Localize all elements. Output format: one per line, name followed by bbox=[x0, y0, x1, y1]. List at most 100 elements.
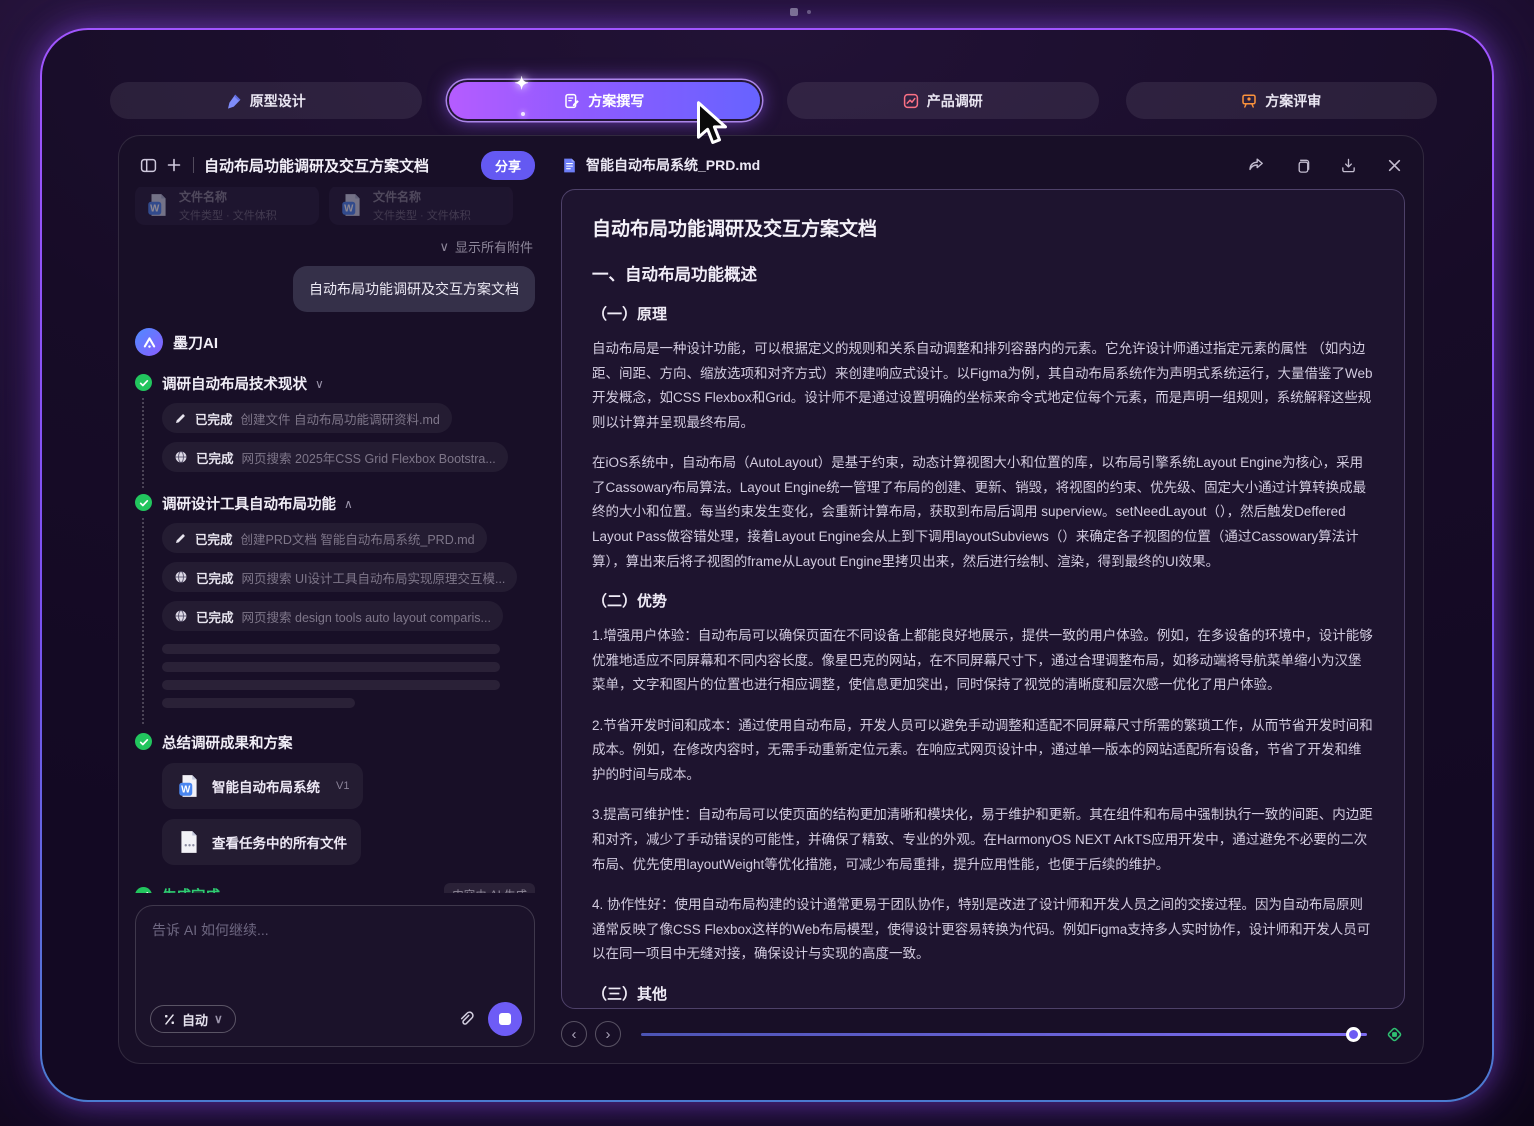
input-controls: 自动 ∨ bbox=[150, 1002, 522, 1036]
task-text: 网页搜索 UI设计工具自动布局实现原理交互模... bbox=[241, 571, 506, 586]
attachments-row: W 文件名称 文件类型 · 文件体积 W 文件名称 文件类型 · 文件体积 bbox=[135, 187, 535, 225]
attachment-meta: 文件类型 · 文件体积 bbox=[373, 209, 471, 222]
tab-proposal-writing[interactable]: ✦ 方案撰写 bbox=[448, 74, 760, 119]
task-group-header[interactable]: 总结调研成果和方案 bbox=[162, 732, 535, 753]
tab-label: 原型设计 bbox=[249, 92, 306, 109]
document-filename: 智能自动布局系统_PRD.md bbox=[586, 157, 761, 173]
pencil-icon bbox=[176, 533, 185, 543]
chevron-up-icon[interactable]: ∧ bbox=[344, 497, 353, 511]
word-doc-icon: W bbox=[342, 194, 360, 216]
mode-selector[interactable]: 自动 ∨ bbox=[150, 1005, 236, 1033]
check-icon bbox=[135, 886, 152, 893]
tab-prototype-design[interactable]: 原型设计 bbox=[110, 82, 422, 119]
chevron-down-icon: ∨ bbox=[214, 1012, 223, 1026]
document-panel: 智能自动布局系统_PRD.md 自动布局功能调研及交互方案文档 一、自动布局功能… bbox=[549, 136, 1423, 1063]
doc-edit-icon bbox=[565, 93, 580, 108]
word-doc-icon: W bbox=[179, 775, 197, 797]
doc-heading: 一、自动布局功能概述 bbox=[592, 266, 757, 284]
skeleton-bar bbox=[162, 662, 500, 672]
skeleton-bar bbox=[162, 698, 355, 708]
toggle-sidebar-button[interactable] bbox=[135, 152, 161, 178]
svg-text:W: W bbox=[344, 204, 354, 215]
next-page-button[interactable]: › bbox=[595, 1021, 621, 1047]
document-viewer[interactable]: 自动布局功能调研及交互方案文档 一、自动布局功能概述 （一）原理 自动布局是一种… bbox=[561, 189, 1405, 1009]
tab-product-research[interactable]: 产品调研 bbox=[787, 82, 1099, 119]
tab-label: 方案评审 bbox=[1265, 92, 1322, 109]
share-document-button[interactable] bbox=[1245, 154, 1267, 176]
task-status: 已完成 bbox=[196, 571, 234, 586]
task-status: 已完成 bbox=[196, 451, 234, 466]
pencil-icon bbox=[176, 413, 185, 423]
panel-toggle-icon bbox=[140, 158, 156, 172]
scrollbar-track bbox=[641, 1033, 1367, 1036]
task-chip[interactable]: 已完成 网页搜索 2025年CSS Grid Flexbox Bootstra.… bbox=[162, 442, 508, 472]
generation-status-row: 生成完成 内容由 AI 生成 bbox=[135, 883, 535, 893]
chat-input-box: 自动 ∨ bbox=[135, 905, 535, 1047]
doc-paragraph: 1.增强用户体验：自动布局可以确保页面在不同设备上都能良好地展示，提供一致的用户… bbox=[592, 628, 1373, 693]
close-document-button[interactable] bbox=[1383, 154, 1405, 176]
attach-file-button[interactable] bbox=[457, 1010, 474, 1028]
chat-scroll-area[interactable]: W 文件名称 文件类型 · 文件体积 W 文件名称 文件类型 · 文件体积 ∨ … bbox=[135, 187, 535, 893]
doc-subheading: （二）优势 bbox=[592, 593, 668, 611]
review-board-icon bbox=[1242, 93, 1256, 108]
markdown-file-icon bbox=[564, 158, 575, 172]
prev-page-button[interactable]: ‹ bbox=[561, 1021, 587, 1047]
chat-input[interactable] bbox=[152, 920, 518, 992]
attachment-info: 文件名称 文件类型 · 文件体积 bbox=[373, 188, 471, 223]
top-tabbar: 原型设计 ✦ 方案撰写 产品调研 方案评审 bbox=[110, 74, 1437, 119]
app-card: 自动布局功能调研及交互方案文档 分享 W 文件名称 文件类型 · 文件体积 W bbox=[118, 135, 1424, 1064]
locate-button[interactable] bbox=[1383, 1023, 1405, 1045]
task-group-header[interactable]: 调研设计工具自动布局功能 ∧ bbox=[162, 493, 535, 514]
chevron-down-icon[interactable]: ∨ bbox=[315, 377, 324, 391]
check-icon bbox=[135, 494, 152, 511]
scrollbar-thumb[interactable] bbox=[1346, 1027, 1361, 1042]
result-file-card[interactable]: W 智能自动布局系统 V1 bbox=[162, 763, 364, 809]
show-all-attachments[interactable]: ∨ 显示所有附件 bbox=[135, 237, 533, 256]
task-chip[interactable]: 已完成 网页搜索 design tools auto layout compar… bbox=[162, 601, 503, 631]
mode-label: 自动 bbox=[182, 1012, 209, 1028]
attachment-card[interactable]: W 文件名称 文件类型 · 文件体积 bbox=[329, 187, 513, 225]
stop-generation-button[interactable] bbox=[488, 1002, 522, 1036]
view-all-files-label: 查看任务中的所有文件 bbox=[212, 836, 347, 851]
document-file: 智能自动布局系统_PRD.md bbox=[561, 155, 760, 175]
task-chip[interactable]: 已完成 创建PRD文档 智能自动布局系统_PRD.md bbox=[162, 523, 487, 553]
loading-skeleton bbox=[162, 644, 535, 708]
view-all-files-card[interactable]: 查看任务中的所有文件 bbox=[162, 819, 361, 865]
document-scrollbar[interactable] bbox=[641, 1026, 1367, 1042]
ai-name: 墨刀AI bbox=[173, 334, 219, 352]
files-icon bbox=[181, 831, 197, 853]
share-button[interactable]: 分享 bbox=[480, 150, 535, 180]
show-all-label: 显示所有附件 bbox=[454, 240, 533, 255]
doc-title: 自动布局功能调研及交互方案文档 bbox=[592, 219, 878, 240]
check-icon bbox=[135, 374, 152, 391]
document-panel-header: 智能自动布局系统_PRD.md bbox=[561, 149, 1405, 181]
tab-label: 方案撰写 bbox=[588, 92, 645, 109]
divider bbox=[193, 157, 194, 173]
task-chip[interactable]: 已完成 创建文件 自动布局功能调研资料.md bbox=[162, 403, 452, 433]
doc-paragraph: 在iOS系统中，自动布局（AutoLayout）是基于约束，动态计算视图大小和位… bbox=[592, 455, 1367, 569]
user-message-bubble: 自动布局功能调研及交互方案文档 bbox=[293, 266, 535, 312]
skeleton-bar bbox=[162, 680, 500, 690]
tab-proposal-review[interactable]: 方案评审 bbox=[1125, 82, 1437, 119]
decor-dot bbox=[807, 10, 811, 14]
locate-target-icon bbox=[1387, 1027, 1401, 1041]
task-chip[interactable]: 已完成 网页搜索 UI设计工具自动布局实现原理交互模... bbox=[162, 562, 518, 592]
new-chat-button[interactable] bbox=[161, 152, 187, 178]
ai-avatar bbox=[135, 328, 163, 356]
document-content: 自动布局功能调研及交互方案文档 一、自动布局功能概述 （一）原理 自动布局是一种… bbox=[562, 190, 1404, 1008]
task-status: 已完成 bbox=[195, 532, 233, 547]
paperclip-icon bbox=[460, 1010, 474, 1025]
attachment-card[interactable]: W 文件名称 文件类型 · 文件体积 bbox=[135, 187, 319, 225]
download-document-button[interactable] bbox=[1337, 154, 1359, 176]
task-group-header[interactable]: 调研自动布局技术现状 ∨ bbox=[162, 373, 535, 394]
task-group: 总结调研成果和方案 W 智能自动布局系统 V1 查看任务中的所有文件 bbox=[135, 732, 535, 865]
download-icon bbox=[1341, 158, 1355, 172]
task-group-title: 总结调研成果和方案 bbox=[162, 736, 293, 752]
task-text: 创建文件 自动布局功能调研资料.md bbox=[240, 412, 440, 427]
result-file-name: 智能自动布局系统 bbox=[212, 780, 320, 795]
document-actions bbox=[1245, 154, 1405, 176]
task-text: 网页搜索 design tools auto layout comparis..… bbox=[241, 610, 491, 625]
copy-document-button[interactable] bbox=[1291, 154, 1313, 176]
attachment-meta: 文件类型 · 文件体积 bbox=[179, 209, 277, 222]
attachment-info: 文件名称 文件类型 · 文件体积 bbox=[179, 188, 277, 223]
